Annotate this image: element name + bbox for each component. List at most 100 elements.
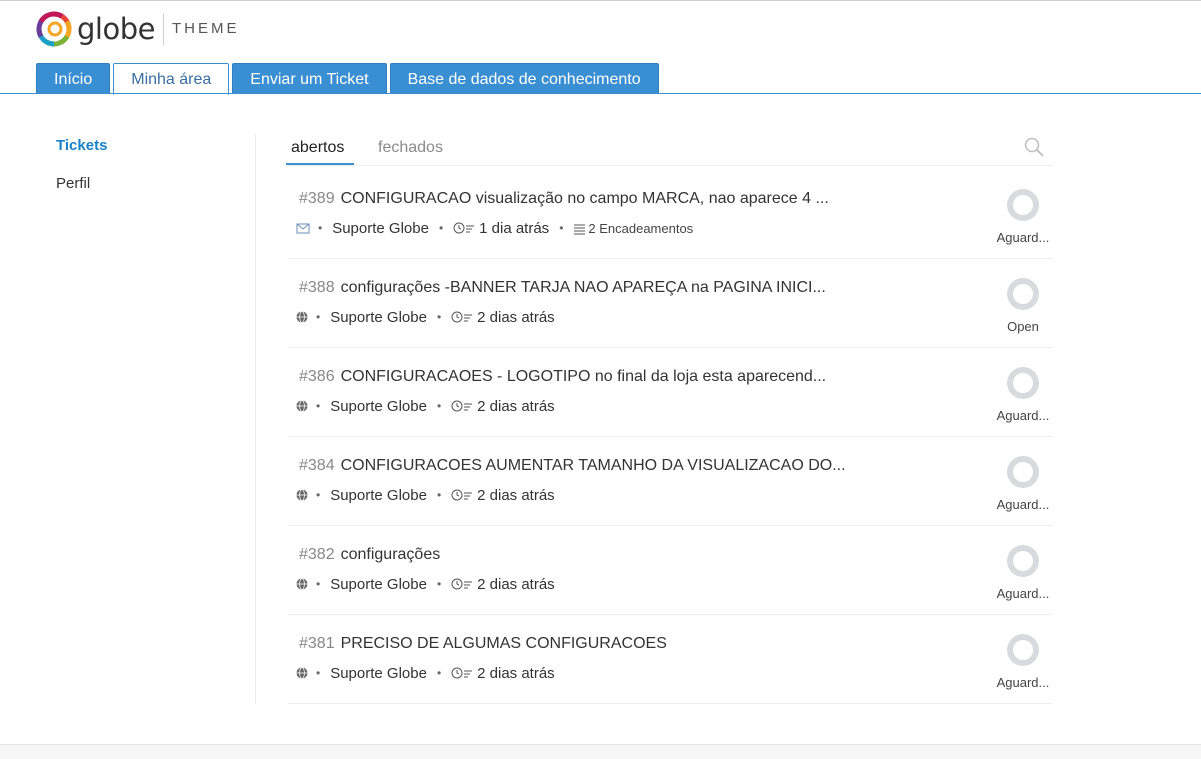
ticket-title: PRECISO DE ALGUMAS CONFIGURACOES: [340, 635, 667, 652]
brand-theme: THEME: [171, 20, 240, 37]
separator-dot: •: [316, 577, 321, 591]
subtab-fechados[interactable]: fechados: [378, 138, 443, 158]
ticket-team: Suporte Globe: [332, 219, 429, 237]
clock-icon: [451, 578, 473, 590]
sidenav-item-perfil[interactable]: Perfil: [56, 174, 246, 194]
clock-icon: [451, 400, 473, 412]
globe-icon: [296, 667, 308, 679]
ticket-title: CONFIGURACAO visualização no campo MARCA…: [340, 190, 829, 207]
avatar-icon: [1007, 189, 1039, 221]
ticket-number: #381: [299, 635, 335, 652]
tab-minha-area[interactable]: Minha área: [113, 63, 230, 95]
status-badge: Aguard...: [996, 230, 1050, 245]
ticket-title-line[interactable]: #382 configurações: [299, 545, 889, 565]
status-badge: Aguard...: [996, 586, 1050, 601]
ticket-title: CONFIGURACAOES - LOGOTIPO no final da lo…: [340, 368, 827, 385]
ticket-list: #389 CONFIGURACAO visualização no campo M…: [288, 170, 1052, 704]
brand-word: globe: [77, 12, 155, 46]
status-badge: Open: [1007, 319, 1039, 334]
ticket-title-line[interactable]: #384 CONFIGURACOES AUMENTAR TAMANHO DA VI…: [299, 456, 889, 476]
status-badge: Aguard...: [996, 408, 1050, 423]
avatar-icon: [1007, 545, 1039, 577]
ticket-number: #389: [299, 190, 335, 207]
globe-logo-icon: [36, 11, 72, 47]
ticket-number: #388: [299, 279, 335, 296]
side-nav: Tickets Perfil: [56, 136, 246, 212]
status-badge: Aguard...: [996, 675, 1050, 690]
brand-logo[interactable]: globe THEME: [36, 10, 239, 48]
subtab-abertos[interactable]: abertos: [291, 138, 344, 158]
separator-dot: •: [316, 310, 321, 324]
ticket-title: configurações: [340, 546, 441, 563]
email-icon: [296, 223, 310, 234]
ticket-title-line[interactable]: #388 configurações -BANNER TARJA NAO APAR…: [299, 278, 889, 298]
ticket-time: 2 dias atrás: [477, 486, 555, 504]
clock-icon: [451, 311, 473, 323]
avatar-icon: [1007, 367, 1039, 399]
ticket-row[interactable]: #388 configurações -BANNER TARJA NAO APAR…: [288, 259, 1052, 348]
separator-dot: •: [436, 399, 442, 413]
top-border: [0, 0, 1201, 1]
ticket-time: 1 dia atrás: [479, 219, 550, 237]
globe-icon: [296, 311, 308, 323]
ticket-title: CONFIGURACOES AUMENTAR TAMANHO DA VISUAL…: [340, 457, 846, 474]
separator-dot: •: [436, 577, 442, 591]
ticket-time: 2 dias atrás: [477, 397, 555, 415]
separator-dot: •: [436, 666, 442, 680]
ticket-threads: 2 Encadeamentos: [588, 220, 694, 236]
clock-icon: [451, 489, 473, 501]
ticket-number: #384: [299, 457, 335, 474]
ticket-row[interactable]: #384 CONFIGURACOES AUMENTAR TAMANHO DA VI…: [288, 437, 1052, 526]
ticket-meta: • Suporte Globe • 2 dias atrás: [296, 307, 555, 327]
avatar-icon: [1007, 278, 1039, 310]
ticket-meta: • Suporte Globe • 2 dias atrás: [296, 485, 555, 505]
ticket-number: #382: [299, 546, 335, 563]
brand-divider: [162, 13, 164, 45]
globe-icon: [296, 400, 308, 412]
threads-icon: [574, 224, 586, 235]
separator-dot: •: [316, 399, 321, 413]
tab-enviar-ticket[interactable]: Enviar um Ticket: [232, 63, 387, 94]
footer-bar: [0, 744, 1201, 759]
globe-icon: [296, 578, 308, 590]
separator-dot: •: [316, 666, 321, 680]
ticket-team: Suporte Globe: [330, 308, 427, 326]
ticket-team: Suporte Globe: [330, 397, 427, 415]
tab-base-conhecimento[interactable]: Base de dados de conhecimento: [389, 63, 659, 94]
ticket-row[interactable]: #382 configurações • Suporte Globe • 2 di…: [288, 526, 1052, 615]
avatar-icon: [1007, 456, 1039, 488]
ticket-meta: • Suporte Globe • 2 dias atrás: [296, 663, 555, 683]
ticket-meta: • Suporte Globe • 2 dias atrás: [296, 574, 555, 594]
ticket-row[interactable]: #389 CONFIGURACAO visualização no campo M…: [288, 170, 1052, 259]
sidenav-item-tickets[interactable]: Tickets: [56, 136, 246, 156]
ticket-title: configurações -BANNER TARJA NAO APAREÇA …: [340, 279, 826, 296]
ticket-meta: • Suporte Globe • 1 dia atrás • 2 Encade…: [296, 218, 693, 238]
search-icon[interactable]: [1023, 136, 1045, 158]
sidebar-divider: [255, 134, 256, 704]
clock-icon: [451, 667, 473, 679]
avatar-icon: [1007, 634, 1039, 666]
ticket-row[interactable]: #381 PRECISO DE ALGUMAS CONFIGURACOES • S…: [288, 615, 1052, 704]
ticket-title-line[interactable]: #381 PRECISO DE ALGUMAS CONFIGURACOES: [299, 634, 889, 654]
ticket-meta: • Suporte Globe • 2 dias atrás: [296, 396, 555, 416]
separator-dot: •: [436, 488, 442, 502]
tabs-bottom-line: [0, 93, 1201, 94]
ticket-time: 2 dias atrás: [477, 664, 555, 682]
separator-dot: •: [438, 221, 444, 235]
ticket-team: Suporte Globe: [330, 575, 427, 593]
ticket-title-line[interactable]: #389 CONFIGURACAO visualização no campo M…: [299, 189, 889, 209]
ticket-team: Suporte Globe: [330, 486, 427, 504]
ticket-title-line[interactable]: #386 CONFIGURACAOES - LOGOTIPO no final d…: [299, 367, 889, 387]
clock-icon: [453, 222, 475, 234]
tab-inicio[interactable]: Início: [36, 63, 111, 94]
status-badge: Aguard...: [996, 497, 1050, 512]
separator-dot: •: [436, 310, 442, 324]
main-tabs: Início Minha área Enviar um Ticket Base …: [36, 63, 662, 95]
ticket-number: #386: [299, 368, 335, 385]
active-subtab-indicator: [286, 163, 354, 165]
globe-icon: [296, 489, 308, 501]
separator-dot: •: [559, 221, 564, 235]
ticket-row[interactable]: #386 CONFIGURACAOES - LOGOTIPO no final d…: [288, 348, 1052, 437]
ticket-time: 2 dias atrás: [477, 575, 555, 593]
separator-dot: •: [316, 488, 321, 502]
